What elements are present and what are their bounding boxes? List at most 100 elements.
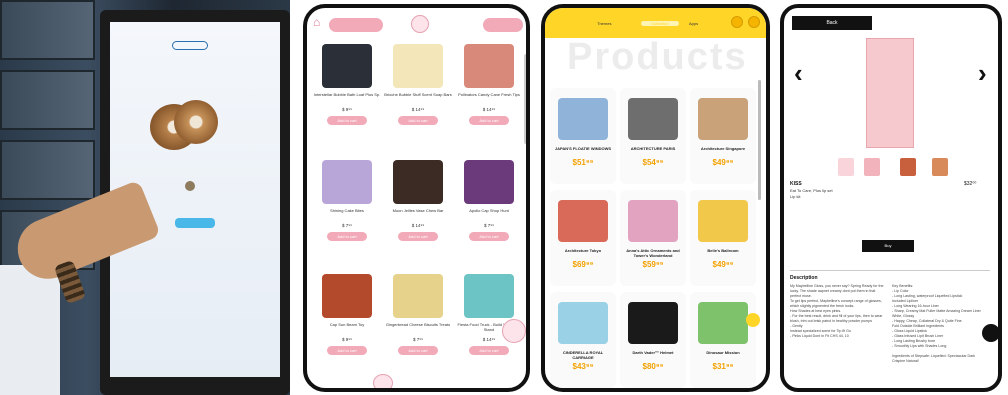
add-to-cart-button[interactable]: Add to cart — [469, 346, 509, 355]
add-to-cart-button[interactable]: Add to cart — [398, 346, 438, 355]
product-image — [628, 98, 678, 140]
product-card[interactable]: Anna's Attic Ornaments and Tower's Wonde… — [620, 190, 686, 286]
product-image — [558, 98, 608, 140]
product-image — [464, 160, 514, 204]
tab-left[interactable] — [329, 18, 383, 32]
product-image — [322, 274, 372, 318]
product-name: Gingerbread Cheese Biscuits Treats — [385, 322, 451, 327]
product-price: $49⁹⁹ — [712, 158, 734, 167]
kiosk-select-button — [175, 218, 215, 228]
product-name: Moon Jellies Vase Chew Bar — [392, 208, 444, 213]
product-name: Darth Vader™ Helmet — [632, 350, 674, 355]
product-price: $ 9⁹⁹ — [341, 337, 353, 342]
product-price: $ 14⁹⁹ — [411, 223, 425, 228]
product-card[interactable]: Shining Cake Bites $ 7⁹⁹ Add to cart — [313, 160, 381, 268]
accessibility-icon[interactable] — [982, 324, 998, 342]
product-card[interactable]: Dinosaur Mission $31⁹⁹ — [690, 292, 756, 388]
product-thumbnail[interactable] — [838, 158, 854, 176]
product-card[interactable]: Gingerbread Cheese Biscuits Treats $ 7⁹⁹… — [384, 274, 452, 382]
product-subtitle: Eat To Care, Plus lip set — [790, 188, 833, 193]
product-price: $ 14⁹⁹ — [411, 107, 425, 112]
product-price: $31⁹⁹ — [712, 362, 734, 371]
product-price: $ 7⁹⁹ — [483, 223, 495, 228]
product-image — [393, 274, 443, 318]
cart-icon[interactable] — [731, 16, 743, 28]
product-main-image — [866, 38, 914, 148]
product-image — [393, 44, 443, 88]
tab-themes[interactable]: Themes — [597, 21, 611, 26]
product-image — [558, 200, 608, 242]
product-card[interactable]: Cap Sun Beam Toy $ 9⁹⁹ Add to cart — [313, 274, 381, 382]
add-to-cart-button[interactable]: Add to cart — [469, 116, 509, 125]
product-price: $80⁹⁹ — [642, 362, 664, 371]
scrollbar[interactable] — [758, 80, 761, 200]
product-card[interactable]: ARCHITECTURE PARIS $54⁹⁹ — [620, 88, 686, 184]
add-to-cart-button[interactable]: Add to cart — [327, 232, 367, 241]
product-image — [628, 302, 678, 344]
add-to-cart-button[interactable]: Add to cart — [398, 116, 438, 125]
product-thumbnail[interactable] — [900, 158, 916, 176]
product-card[interactable]: Belle's Ballroom $49⁹⁹ — [690, 190, 756, 286]
product-card[interactable]: Apollo Cap Shop Hunt $ 7⁹⁹ Add to cart — [455, 160, 523, 268]
kiosk-pill — [172, 41, 208, 50]
product-thumbnail[interactable] — [864, 158, 880, 176]
product-image — [698, 200, 748, 242]
product-name: Cap Sun Beam Toy — [329, 322, 365, 327]
product-image — [322, 160, 372, 204]
add-to-cart-button[interactable]: Add to cart — [469, 232, 509, 241]
product-card[interactable]: Pollinators Candy Cane Fresh Tips $ 14⁹⁹… — [455, 44, 523, 152]
add-to-cart-button[interactable]: Add to cart — [327, 346, 367, 355]
product-card[interactable]: Moon Jellies Vase Chew Bar $ 14⁹⁹ Add to… — [384, 160, 452, 268]
home-icon[interactable]: ⌂ — [313, 16, 325, 28]
product-card[interactable]: JAPAN'S FLOATIE WINDOWS $51⁹⁹ — [550, 88, 616, 184]
product-card[interactable]: Architecture Tokyo $69⁹⁹ — [550, 190, 616, 286]
cart-icon[interactable] — [373, 374, 393, 388]
product-name: Brioche Bubble Stuff Scent Soap Bars — [384, 92, 452, 97]
add-to-cart-button[interactable]: Add to cart — [327, 116, 367, 125]
scrollbar[interactable] — [524, 54, 526, 144]
shop-logo — [411, 15, 429, 33]
chat-bubble-icon[interactable] — [502, 319, 526, 343]
product-image — [628, 200, 678, 242]
product-card[interactable]: Interstellar Bubble Bath Loaf Plus Sp. $… — [313, 44, 381, 152]
product-image — [464, 44, 514, 88]
kiosk-photo — [0, 0, 290, 395]
product-price: $59⁹⁹ — [642, 260, 664, 269]
product-name: Shining Cake Bites — [330, 208, 364, 213]
add-to-cart-button[interactable]: Add to cart — [398, 232, 438, 241]
vending-shelf — [0, 0, 95, 60]
page-title: Products — [567, 36, 748, 78]
accessibility-icon[interactable] — [746, 313, 760, 327]
chevron-left-icon[interactable]: ‹ — [794, 58, 803, 89]
shirt-sleeve — [0, 265, 60, 395]
product-image — [393, 160, 443, 204]
product-card[interactable]: Architecture Singapore $49⁹⁹ — [690, 88, 756, 184]
tab-right[interactable] — [483, 18, 523, 32]
product-name: Interstellar Bubble Bath Loaf Plus Sp. — [313, 92, 381, 97]
tab-collection[interactable]: Collection — [641, 21, 679, 26]
bagel-image — [174, 100, 218, 144]
product-image — [464, 274, 514, 318]
product-price: $51⁹⁹ — [572, 158, 594, 167]
chevron-right-icon[interactable]: › — [978, 58, 987, 89]
product-name: Apollo Cap Shop Hunt — [469, 208, 509, 213]
buy-button[interactable]: Buy — [862, 240, 914, 252]
product-card[interactable]: CINDERELLA ROYAL CARRIAGE $43⁹⁹ — [550, 292, 616, 388]
product-image — [698, 98, 748, 140]
kiosk-thumbnail — [185, 181, 195, 191]
product-price: $32⁰⁰ — [964, 181, 977, 187]
tab-apps[interactable]: Apps — [689, 21, 698, 26]
product-name: Architecture Singapore — [700, 146, 746, 151]
product-variant: Lip kit — [790, 194, 801, 199]
product-price: $ 7⁹⁹ — [341, 223, 353, 228]
product-image — [322, 44, 372, 88]
product-name: KISS — [790, 181, 802, 187]
product-name: Anna's Attic Ornaments and Tower's Wonde… — [626, 248, 680, 258]
product-card[interactable]: Brioche Bubble Stuff Scent Soap Bars $ 1… — [384, 44, 452, 152]
product-price: $69⁹⁹ — [572, 260, 594, 269]
product-card[interactable]: Darth Vader™ Helmet $80⁹⁹ — [620, 292, 686, 388]
back-button[interactable]: Back — [792, 16, 872, 30]
product-thumbnail[interactable] — [932, 158, 948, 176]
product-price: $ 14⁹⁹ — [482, 107, 496, 112]
user-icon[interactable] — [748, 16, 760, 28]
